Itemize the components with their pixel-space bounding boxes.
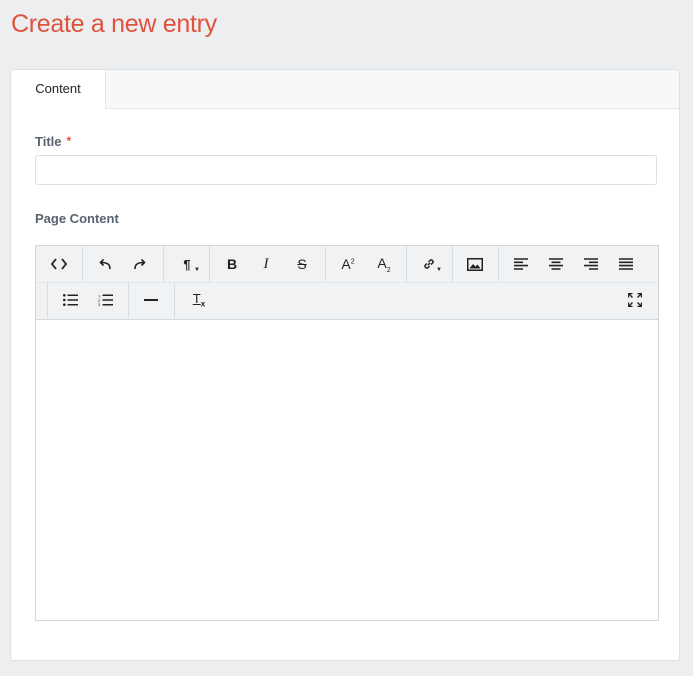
redo-button[interactable]: [122, 246, 158, 282]
link-icon: [422, 257, 436, 271]
bullet-list-icon: [62, 294, 78, 306]
image-button[interactable]: [457, 246, 493, 282]
redo-icon: [133, 258, 147, 270]
paragraph-format-button[interactable]: ¶ ▼: [169, 246, 205, 282]
title-label: Title *: [35, 134, 71, 149]
bold-button[interactable]: B: [214, 246, 250, 282]
entry-form-card: Content Title * Page Content ¶ ▼ B I S A…: [10, 69, 680, 661]
page-title: Create a new entry: [11, 10, 217, 38]
source-code-button[interactable]: [41, 246, 77, 282]
align-left-icon: [514, 258, 528, 270]
align-center-button[interactable]: [538, 246, 574, 282]
italic-button[interactable]: I: [248, 246, 284, 282]
numbered-list-icon: 123: [98, 294, 113, 306]
required-marker: *: [66, 134, 72, 148]
superscript-icon: A2: [341, 256, 355, 272]
toolbar-row-2: 123 Tx: [36, 282, 658, 318]
fullscreen-button[interactable]: [617, 282, 653, 318]
align-left-button[interactable]: [503, 246, 539, 282]
pilcrow-icon: ¶: [183, 256, 191, 272]
title-input[interactable]: [35, 155, 657, 185]
fullscreen-icon: [628, 293, 642, 307]
svg-text:3: 3: [98, 302, 101, 306]
rich-text-editor: ¶ ▼ B I S A2 A2 ▼ 1 2 3 Tx: [35, 245, 659, 621]
strikethrough-button[interactable]: S: [284, 246, 320, 282]
editor-toolbar: ¶ ▼ B I S A2 A2 ▼ 1 2 3 Tx: [36, 246, 658, 320]
align-center-icon: [549, 258, 563, 270]
toolbar-row-1: ¶ ▼ B I S A2 A2 ▼: [36, 246, 658, 283]
undo-icon: [98, 258, 112, 270]
clear-formatting-button[interactable]: Tx: [181, 282, 217, 318]
italic-icon: I: [263, 255, 269, 272]
subscript-icon: A2: [377, 254, 391, 274]
tab-content[interactable]: Content: [11, 70, 106, 109]
subscript-button[interactable]: A2: [366, 246, 402, 282]
numbered-list-button[interactable]: 123: [87, 282, 123, 318]
clear-format-icon: Tx: [192, 291, 206, 309]
strikethrough-icon: S: [297, 256, 307, 272]
align-justify-button[interactable]: [608, 246, 644, 282]
image-icon: [467, 257, 483, 271]
horizontal-rule-button[interactable]: [133, 282, 169, 318]
editor-content-area[interactable]: [36, 319, 658, 620]
horizontal-rule-icon: [144, 298, 158, 302]
title-label-text: Title: [35, 134, 62, 149]
undo-button[interactable]: [87, 246, 123, 282]
tab-bar: Content: [11, 70, 679, 109]
page-content-label: Page Content: [35, 211, 119, 226]
align-justify-icon: [619, 258, 633, 270]
align-right-icon: [584, 258, 598, 270]
code-icon: [51, 258, 67, 270]
bold-icon: B: [226, 256, 238, 272]
link-button[interactable]: ▼: [411, 246, 447, 282]
bullet-list-button[interactable]: [52, 282, 88, 318]
caret-down-icon: ▼: [436, 267, 442, 273]
superscript-button[interactable]: A2: [330, 246, 366, 282]
align-right-button[interactable]: [573, 246, 609, 282]
caret-down-icon: ▼: [194, 267, 200, 273]
